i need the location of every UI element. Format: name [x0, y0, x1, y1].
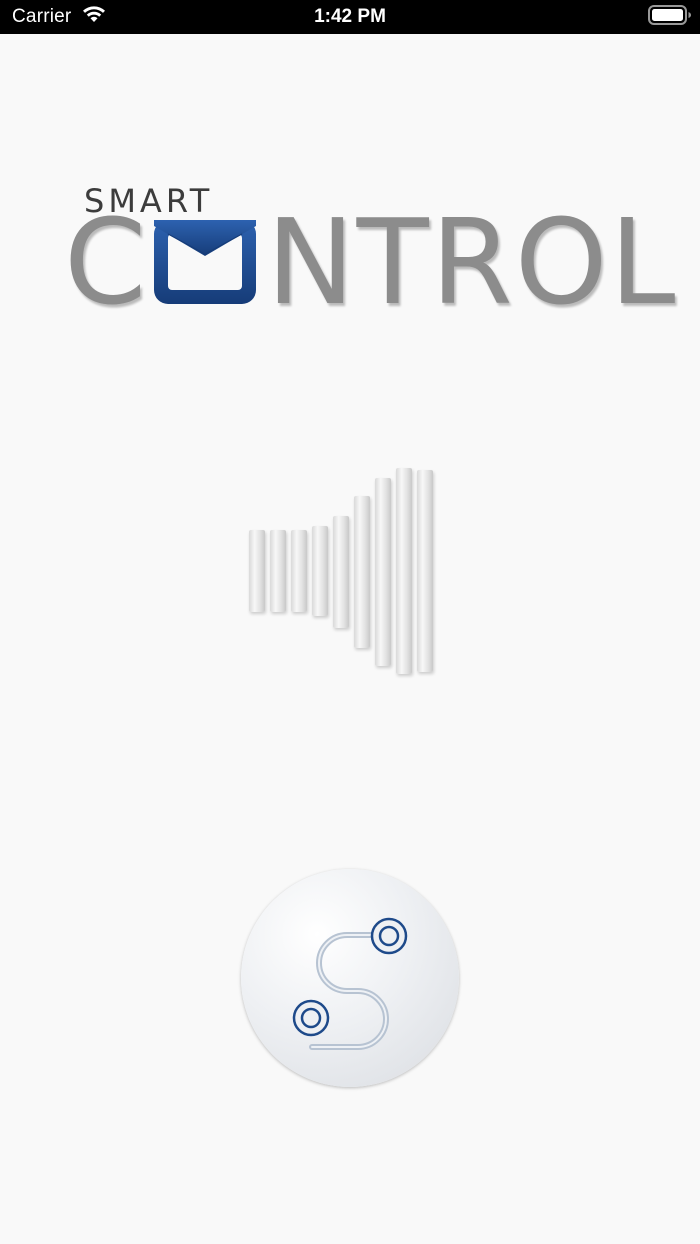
sound-bar-2 — [270, 530, 286, 612]
smart-control-logo: SMART C NTROL — [64, 182, 675, 321]
sound-bar-5 — [333, 516, 349, 628]
sound-bar-6 — [354, 496, 370, 648]
connect-button[interactable] — [241, 869, 459, 1087]
sound-bar-1 — [249, 530, 265, 612]
sound-bar-9 — [417, 470, 433, 672]
launch-screen: Carrier 1:42 PM SMART C NTROL — [0, 0, 700, 1244]
sound-bars-icon — [247, 466, 437, 676]
sound-bar-8 — [396, 468, 412, 674]
status-right — [648, 4, 692, 31]
status-bar: Carrier 1:42 PM — [0, 0, 700, 34]
sound-bar-7 — [375, 478, 391, 666]
logo-envelope-icon — [150, 216, 260, 308]
sound-bar-4 — [312, 526, 328, 616]
status-time: 1:42 PM — [314, 6, 386, 27]
route-connection-icon — [292, 917, 408, 1050]
battery-icon — [648, 4, 692, 31]
sound-bar-3 — [291, 530, 307, 612]
logo-letter-c: C — [64, 193, 149, 331]
logo-control-text: C NTROL — [64, 193, 678, 331]
logo-letters-ntrol: NTROL — [266, 193, 678, 331]
